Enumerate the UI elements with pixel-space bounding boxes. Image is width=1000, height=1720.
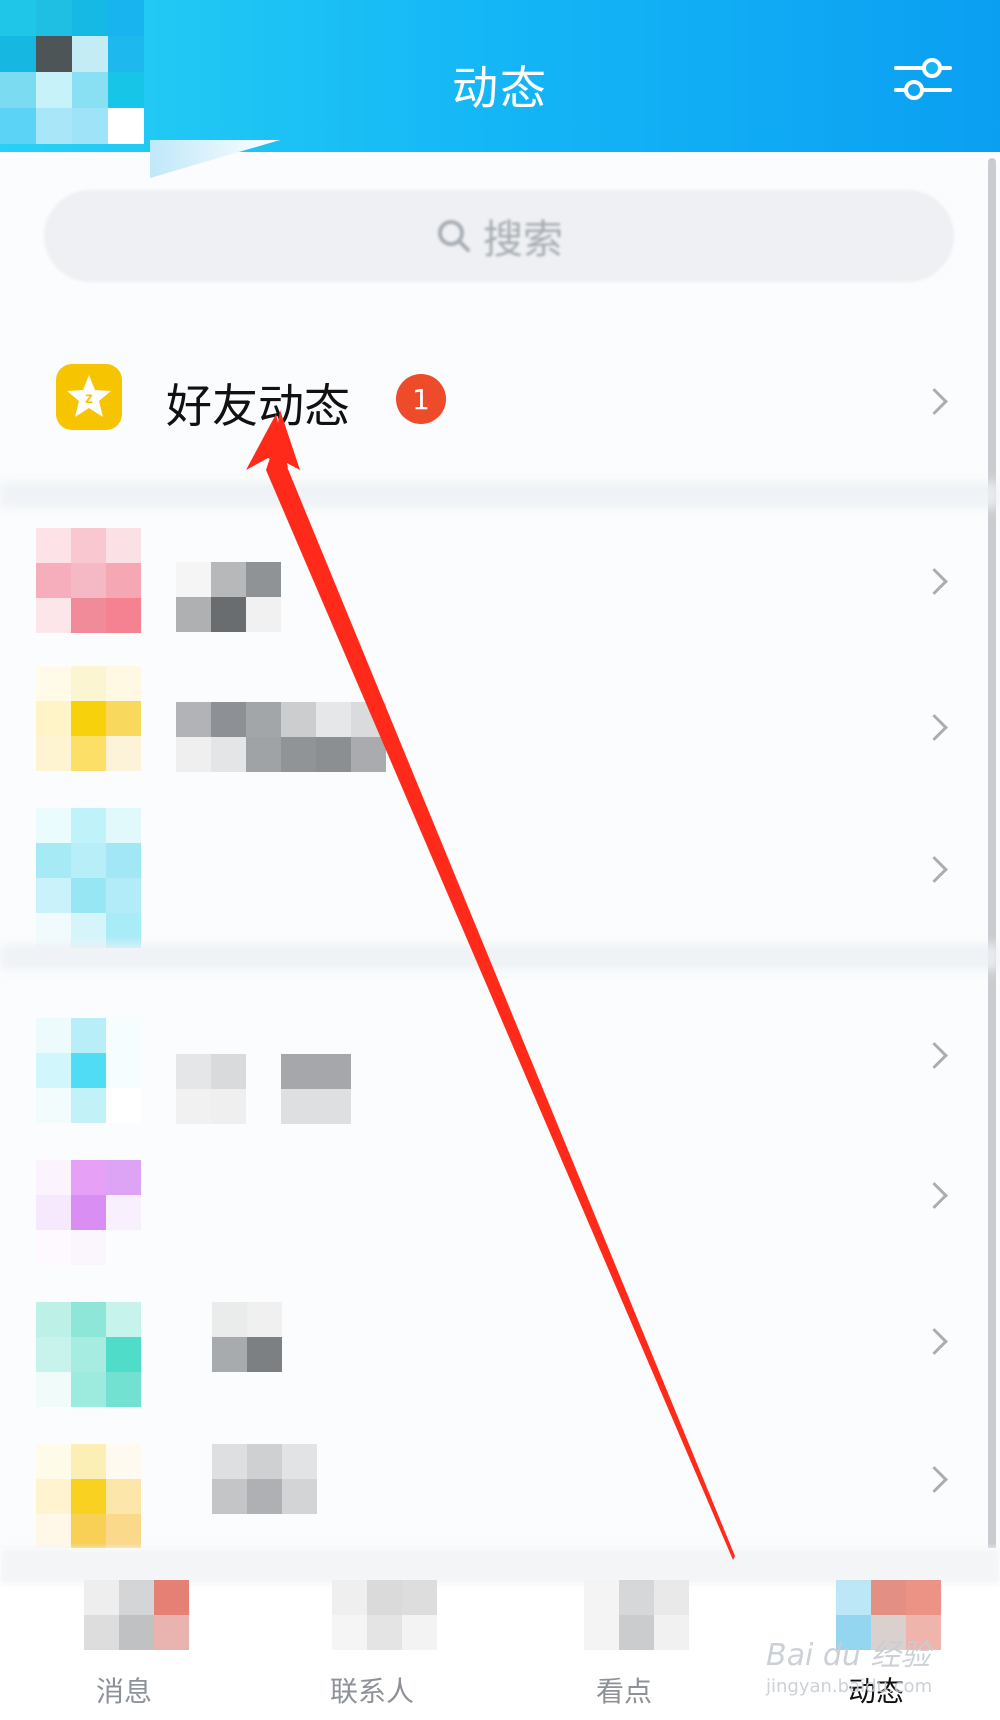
list-item[interactable] [0,1302,1000,1432]
item-title [212,1302,422,1372]
list-item[interactable] [0,808,1000,948]
chevron-right-icon [921,388,948,415]
friend-feed-label: 好友动态 [166,379,350,433]
tab-messages[interactable]: 消息 [54,1580,194,1710]
friend-feed-row[interactable]: z 好友动态 1 [0,340,1000,472]
tab-label: 消息 [95,1675,152,1708]
item-title [176,1054,386,1124]
list-item[interactable] [0,1018,1000,1148]
message-icon [84,1580,189,1650]
item-avatar [36,1160,141,1265]
chevron-right-icon [921,1466,948,1493]
item-avatar [36,808,141,948]
section-divider [0,482,1000,508]
chevron-right-icon [921,856,948,883]
item-title [212,1444,422,1514]
item-avatar [36,528,141,633]
search-placeholder: 搜索 [483,217,563,263]
tab-label: 联系人 [329,1675,414,1708]
tab-contacts[interactable]: 联系人 [302,1580,442,1710]
list-item[interactable] [0,520,1000,650]
contacts-icon [332,1580,437,1650]
item-title [176,702,386,772]
watch-icon [584,1580,689,1650]
unread-badge: 1 [396,374,446,424]
chevron-right-icon [921,1182,948,1209]
search-icon [438,220,470,252]
settings-sliders-icon[interactable] [894,54,952,104]
tab-label: 看点 [595,1675,652,1708]
list-item[interactable] [0,1160,1000,1290]
section-divider [0,944,1000,970]
page-title: 动态 [452,61,548,115]
qzone-star-icon: z [56,364,122,430]
item-avatar [36,666,141,771]
top-header: 动态 [0,0,1000,152]
svg-text:z: z [85,390,93,407]
item-avatar [36,1302,141,1407]
baidu-jingyan-watermark: Bai du 经验 jingyan.baidu.com [766,1638,933,1697]
search-bar[interactable]: 搜索 [44,190,954,282]
item-title [176,562,386,632]
chevron-right-icon [921,714,948,741]
chevron-right-icon [921,568,948,595]
chevron-right-icon [921,1042,948,1069]
item-avatar [36,1444,141,1549]
list-item[interactable] [0,1444,1000,1554]
chevron-right-icon [921,1328,948,1355]
tab-watch[interactable]: 看点 [554,1580,694,1710]
item-avatar [36,1018,141,1123]
list-item[interactable] [0,666,1000,796]
